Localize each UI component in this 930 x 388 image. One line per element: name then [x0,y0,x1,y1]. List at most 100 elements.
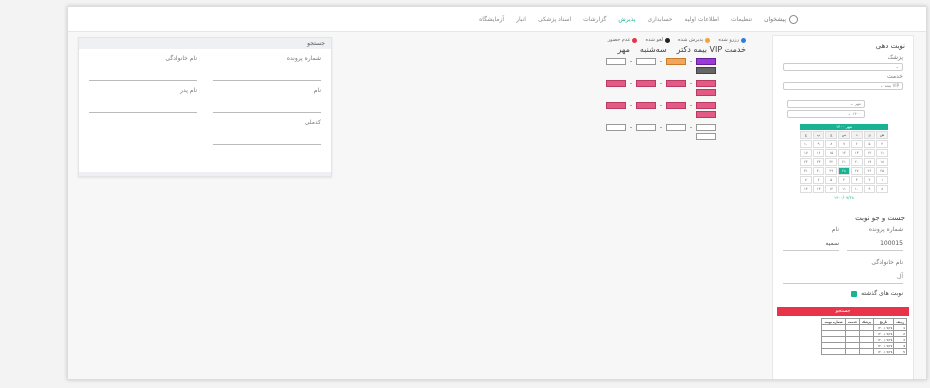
family-field-left[interactable]: نام خانوادگی [89,55,197,81]
time-slot[interactable] [636,80,656,87]
calendar-day[interactable]: ۳۰ [812,167,825,175]
time-slot[interactable] [666,102,686,109]
calendar-day[interactable]: ۱۰ [800,140,812,148]
panel-title: جستجو [79,38,331,49]
calendar-weekday: ج [800,131,812,139]
nav-item-basic-info[interactable]: اطلاعات اولیه [685,16,719,23]
nav-item-reports[interactable]: گزارشات [583,16,606,23]
calendar-day[interactable]: ۷ [800,176,812,184]
calendar-day[interactable]: ۲۳ [812,158,825,166]
time-slot[interactable] [636,102,656,109]
time-slot[interactable] [666,124,686,131]
calendar-day[interactable]: ۲۲ [825,158,838,166]
nav-item-reception[interactable]: پذیرش [618,16,635,23]
nav-item-settings[interactable]: تنظیمات [731,16,752,23]
time-slot[interactable] [696,133,716,140]
calendar-day[interactable]: ۳ [850,176,863,184]
national-id-field-left[interactable]: کدملی [213,119,321,145]
calendar-day[interactable]: ۱۴ [838,149,850,157]
calendar-day[interactable]: ۲۷ [850,167,863,175]
calendar-day[interactable]: ۶ [812,176,825,184]
past-appointments-toggle[interactable]: نوبت های گذشته [783,290,903,297]
time-slot[interactable] [696,89,716,96]
calendar-day[interactable]: ۱۴ [800,185,812,193]
calendar-weekday: ش [876,131,888,139]
calendar-day[interactable]: ۲۰ [850,158,863,166]
calendar-day[interactable]: ۹ [812,140,825,148]
calendar-day[interactable]: ۱۳ [812,185,825,193]
calendar-day[interactable]: ۴ [876,140,888,148]
calendar-day[interactable]: ۱ [876,176,888,184]
legend-dot-icon [741,37,746,43]
calendar-day[interactable]: ۲ [863,176,876,184]
name-input[interactable]: سمیه [783,237,839,251]
file-number-field-left[interactable]: شماره پرونده [213,55,321,81]
nav-item-lab[interactable]: آزمایشگاه [479,16,504,23]
checkbox-icon[interactable] [851,290,858,297]
family-field[interactable]: نام خانوادگی آل [783,259,903,284]
calendar-day[interactable]: ۲۹ [825,167,838,175]
time-slot[interactable] [606,102,626,109]
nav-item-warehouse[interactable]: انبار [516,16,526,23]
name-field[interactable]: نام سمیه [783,226,839,251]
father-name-field-left[interactable]: نام پدر [89,87,197,113]
slot-row [440,80,716,87]
calendar-day[interactable]: ۳۱ [800,167,812,175]
calendar-day[interactable]: ۱۸ [876,158,888,166]
file-number-input[interactable]: 100015 [847,237,903,251]
nav-item-medical-docs[interactable]: اسناد پزشکی [538,16,571,23]
name-field-left[interactable]: نام [213,87,321,113]
service-select[interactable]: VIP بیمه ⌄ [783,82,903,90]
time-slot[interactable] [666,58,686,65]
time-slot[interactable] [696,124,716,131]
scrollbar[interactable] [79,172,331,176]
calendar-day[interactable]: ۲۱ [838,158,850,166]
calendar-day[interactable]: ۱۹ [863,158,876,166]
family-input[interactable]: آل [783,270,903,284]
calendar-day[interactable]: ۱۵ [825,149,838,157]
doctor-select[interactable]: ⌄ [783,63,903,71]
time-slot[interactable] [606,124,626,131]
calendar-day[interactable]: ۲۵ [876,167,888,175]
time-slot[interactable] [696,67,716,74]
time-slot[interactable] [696,111,716,118]
time-slot[interactable] [696,80,716,87]
search-button[interactable]: جستجو [777,307,909,316]
nav-item-accounting[interactable]: حسابداری [648,16,673,23]
reservation-panel: نوبت دهی پزشک ⌄ خدمت VIP بیمه ⌄ مهر ⌄ ۱۴… [772,35,914,379]
calendar-day[interactable]: ۱۶ [812,149,825,157]
calendar-day[interactable]: ۸ [876,185,888,193]
calendar-weekday: پ [812,131,825,139]
time-slot[interactable] [636,124,656,131]
calendar-day[interactable]: ۴ [838,176,850,184]
calendar-day[interactable]: ۸ [825,140,838,148]
calendar-day[interactable]: ۹ [863,185,876,193]
file-number-field[interactable]: شماره پرونده 100015 [847,226,903,251]
month-select[interactable]: مهر ⌄ [787,100,865,108]
calendar-day[interactable]: ۱۲ [825,185,838,193]
calendar-day[interactable]: ۱۰ [850,185,863,193]
time-slot[interactable] [666,80,686,87]
time-slot[interactable] [606,58,626,65]
calendar-day[interactable]: ۶ [850,140,863,148]
calendar-day[interactable]: ۲۴ [800,158,812,166]
calendar-day[interactable]: ۲۸ [838,167,850,175]
calendar-day[interactable]: ۲۶ [863,167,876,175]
nav-brand[interactable]: پیشخوان [764,14,798,24]
calendar-day[interactable]: ۱۲ [863,149,876,157]
calendar-day[interactable]: ۵ [863,140,876,148]
calendar-day[interactable]: ۱۱ [876,149,888,157]
calendar-day[interactable]: ۱۷ [800,149,812,157]
time-slot[interactable] [696,58,716,65]
slot-row [440,124,716,131]
table-row[interactable]: 5 ۱۴۰۰/۰۷/۲۸ [820,348,907,355]
calendar-day[interactable]: ۱۳ [850,149,863,157]
app-window: پیشخوان تنظیمات اطلاعات اولیه حسابداری پ… [67,6,927,380]
calendar-day[interactable]: ۱۱ [838,185,850,193]
calendar-day[interactable]: ۷ [838,140,850,148]
time-slot[interactable] [606,80,626,87]
calendar-day[interactable]: ۵ [825,176,838,184]
year-select[interactable]: ۱۴۰۰ ⌄ [787,110,865,118]
time-slot[interactable] [696,102,716,109]
time-slot[interactable] [636,58,656,65]
